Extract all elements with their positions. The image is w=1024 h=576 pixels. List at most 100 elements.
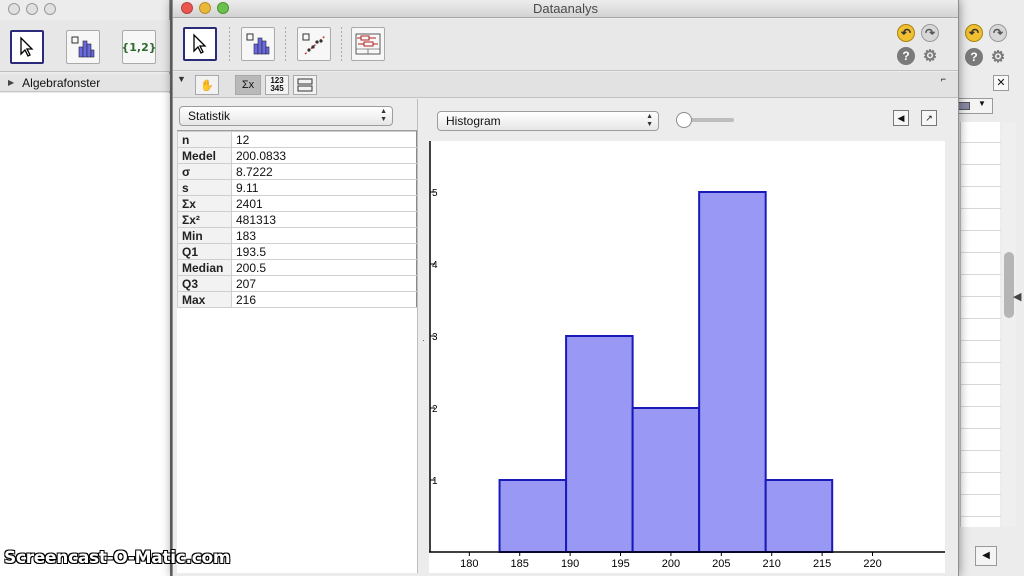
statistic-label: Min [177, 227, 232, 244]
background-geogebra-window: {1,2} ▶ Algebrafonster [0, 0, 170, 576]
options-panel-toggle-icon[interactable]: ◀ [893, 110, 909, 126]
detach-view-icon[interactable]: ⌐ [941, 74, 946, 84]
statistic-value: 193.5 [231, 243, 417, 260]
disclosure-triangle-icon[interactable]: ▶ [8, 78, 14, 87]
histogram-bar [698, 191, 767, 553]
second-plot-button[interactable] [293, 75, 317, 95]
collapse-arrow-icon[interactable]: ◀ [1013, 290, 1021, 303]
statistics-row[interactable]: Medel 200.0833 [177, 147, 417, 164]
statistics-row[interactable]: Q1 193.5 [177, 243, 417, 260]
one-variable-analysis-tool-button[interactable] [241, 27, 275, 61]
toolbar-separator [285, 27, 286, 63]
zoom-window-button[interactable] [44, 3, 56, 15]
histogram-icon [246, 33, 270, 55]
statistic-label: Q3 [177, 275, 232, 292]
y-tick-label: 5 [432, 188, 438, 199]
x-tick-label: 220 [863, 558, 881, 570]
window-controls [8, 3, 56, 15]
export-icon[interactable]: ↗ [921, 110, 937, 126]
window-controls [181, 2, 229, 14]
multi-variable-analysis-tool-button[interactable] [351, 27, 385, 61]
x-tick-label: 200 [662, 558, 680, 570]
statistic-label: s [177, 179, 232, 196]
statistics-row[interactable]: σ 8.7222 [177, 163, 417, 180]
close-window-button[interactable] [8, 3, 20, 15]
drag-mode-button[interactable]: ✋ [195, 75, 219, 95]
list-braces-icon: {1,2} [121, 40, 157, 54]
statistic-label: Median [177, 259, 232, 276]
gear-icon[interactable]: ⚙ [921, 47, 939, 65]
histogram-bar [631, 407, 701, 553]
redo-icon[interactable]: ↷ [989, 24, 1007, 42]
plot-type-select[interactable]: Histogram ▲ ▼ [437, 111, 659, 131]
statistic-label: n [177, 131, 232, 148]
dropdown-arrow-icon: ▼ [978, 99, 986, 108]
x-tick-label: 180 [460, 558, 478, 570]
close-window-button[interactable] [181, 2, 193, 14]
vertical-scrollbar[interactable] [1002, 122, 1016, 527]
statistic-value: 183 [231, 227, 417, 244]
histogram-plot[interactable]: 1 2 3 4 5 180 185 190 195 200 205 210 215 220 [429, 141, 945, 573]
move-tool-button[interactable] [183, 27, 217, 61]
algebra-view[interactable] [0, 93, 170, 576]
histogram-icon [71, 36, 95, 58]
show-data-button[interactable]: 123 345 [265, 75, 289, 95]
statistic-value: 216 [231, 291, 417, 308]
statistics-row[interactable]: Median 200.5 [177, 259, 417, 276]
plot-panel: Histogram ▲ ▼ ◀ ↗ 1 2 3 4 5 180 185 190 195 200 205… [427, 99, 947, 573]
one-variable-analysis-tool-button[interactable] [66, 30, 100, 64]
sigma-x-icon: Σx [241, 79, 255, 91]
two-variable-regression-tool-button[interactable] [297, 27, 331, 61]
main-toolbar: ↶ ↷ ? ⚙ [173, 19, 958, 71]
redo-icon[interactable]: ↷ [921, 24, 939, 42]
select-arrows-icon: ▲ ▼ [646, 113, 653, 128]
list-tool-button[interactable]: {1,2} [121, 30, 157, 64]
statistics-table[interactable]: n 12 Medel 200.0833 σ 8.7222 s 9.11 Σx 2401 Σx² 481… [177, 130, 417, 573]
scrollbar-thumb[interactable] [1004, 252, 1014, 318]
statistics-mode-value: Statistik [188, 109, 231, 123]
statistics-row[interactable]: s 9.11 [177, 179, 417, 196]
bin-width-slider[interactable] [676, 112, 734, 128]
close-view-icon[interactable]: ✕ [993, 75, 1009, 91]
toggle-panel-icon[interactable]: ◀ [975, 546, 997, 566]
screencast-watermark: Screencast-O-Matic.com [4, 548, 231, 568]
statistics-row[interactable]: Min 183 [177, 227, 417, 244]
y-tick-label: 1 [432, 476, 438, 487]
gear-icon[interactable]: ⚙ [989, 48, 1007, 66]
x-tick-label: 190 [561, 558, 579, 570]
algebra-view-label: Algebrafonster [22, 75, 101, 90]
help-icon[interactable]: ? [965, 48, 983, 66]
style-bar-toggle-icon[interactable]: ▼ [177, 74, 186, 84]
spreadsheet-view[interactable] [960, 122, 1001, 527]
slider-knob[interactable] [676, 112, 692, 128]
statistic-value: 200.0833 [231, 147, 417, 164]
statistic-value: 12 [231, 131, 417, 148]
statistic-label: Q1 [177, 243, 232, 260]
zoom-window-button[interactable] [217, 2, 229, 14]
splitter-handle[interactable]: · [422, 335, 425, 345]
statistics-row[interactable]: Q3 207 [177, 275, 417, 292]
y-tick-label: 4 [432, 260, 438, 271]
y-tick-label: 3 [432, 332, 438, 343]
x-tick-label: 205 [712, 558, 730, 570]
minimize-window-button[interactable] [199, 2, 211, 14]
histogram-bar [764, 479, 834, 553]
move-tool-button[interactable] [10, 30, 44, 64]
undo-icon[interactable]: ↶ [897, 24, 915, 42]
toolbar-separator [229, 27, 230, 63]
statistic-value: 200.5 [231, 259, 417, 276]
statistics-mode-select[interactable]: Statistik ▲ ▼ [179, 106, 393, 126]
minimize-window-button[interactable] [26, 3, 38, 15]
statistics-row[interactable]: n 12 [177, 131, 417, 148]
algebra-view-header[interactable]: ▶ Algebrafonster [0, 74, 170, 92]
statistics-row[interactable]: Σx 2401 [177, 195, 417, 212]
statistics-row[interactable]: Σx² 481313 [177, 211, 417, 228]
undo-icon[interactable]: ↶ [965, 24, 983, 42]
style-dropdown[interactable]: ▼ [953, 98, 993, 114]
show-statistics-button[interactable]: Σx [235, 75, 261, 95]
arrow-cursor-icon [20, 36, 34, 57]
help-icon[interactable]: ? [897, 47, 915, 65]
x-tick-label: 215 [813, 558, 831, 570]
data-analysis-window: Dataanalys ↶ ↷ ? ⚙ ▼ ✋ Σx 123 345 ⌐ Stat… [172, 0, 959, 576]
statistics-row[interactable]: Max 216 [177, 291, 417, 308]
